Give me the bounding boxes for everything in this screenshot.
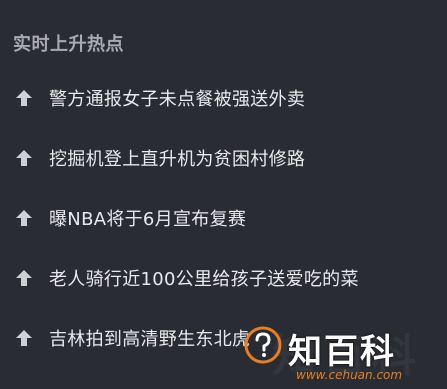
section-title: 实时上升热点 [13, 34, 124, 55]
hot-item-text: 老人骑行近100公里给孩子送爱吃的菜 [49, 269, 359, 290]
hot-list-item[interactable]: 老人骑行近100公里给孩子送爱吃的菜 [0, 248, 447, 308]
hot-list-item[interactable]: 挖掘机登上直升机为贫困村修路 [0, 128, 447, 188]
hot-list-item[interactable]: 警方通报女子未点餐被强送外卖 [0, 68, 447, 128]
hot-item-text: 吉林拍到高清野生东北虎 [49, 329, 251, 350]
up-arrow-icon [15, 150, 33, 166]
watermark-brand: 知百科 [288, 332, 396, 372]
trending-panel: 实时上升热点 警方通报女子未点餐被强送外卖 挖掘机登上直升机为贫困村修路 曝NB… [0, 0, 447, 389]
up-arrow-icon [15, 210, 33, 226]
watermark-logo-icon [244, 326, 282, 364]
hot-item-text: 曝NBA将于6月宣布复赛 [49, 209, 247, 230]
hot-list-item[interactable]: 曝NBA将于6月宣布复赛 [0, 188, 447, 248]
watermark-url: www.cehuan.com [296, 368, 403, 382]
up-arrow-icon [15, 330, 33, 346]
hot-item-text: 警方通报女子未点餐被强送外卖 [49, 89, 306, 110]
up-arrow-icon [15, 90, 33, 106]
up-arrow-icon [15, 270, 33, 286]
watermark: 知百科 知百科 www.cehuan.com [238, 320, 447, 389]
hot-item-text: 挖掘机登上直升机为贫困村修路 [49, 149, 306, 170]
